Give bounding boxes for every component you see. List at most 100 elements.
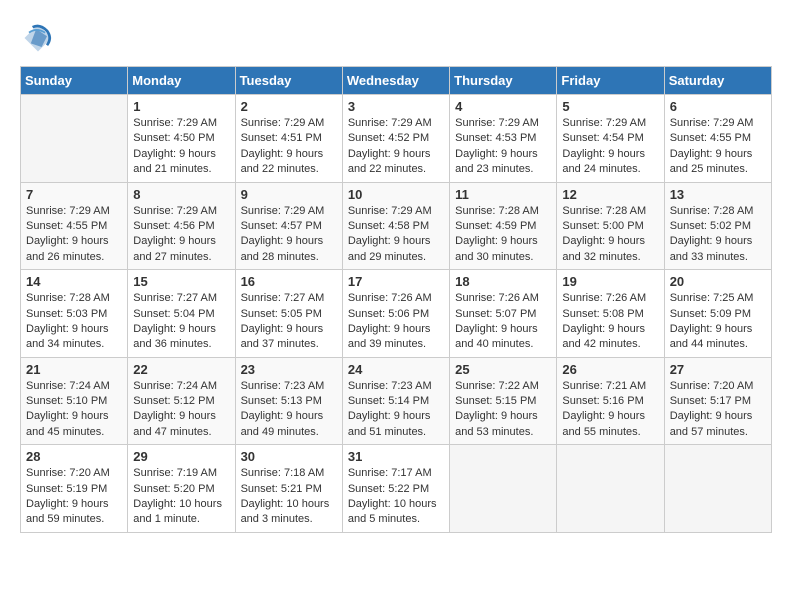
sunset-text: Sunset: 5:03 PM: [26, 307, 122, 322]
weekday-header: Friday: [557, 67, 664, 95]
calendar-cell: 24Sunrise: 7:23 AMSunset: 5:14 PMDayligh…: [342, 357, 449, 445]
daylight-line1: Daylight: 9 hours: [133, 409, 229, 424]
daylight-line1: Daylight: 9 hours: [670, 147, 766, 162]
daylight-line2: and 29 minutes.: [348, 250, 444, 265]
day-number: 26: [562, 362, 658, 377]
daylight-line2: and 34 minutes.: [26, 337, 122, 352]
sunset-text: Sunset: 5:16 PM: [562, 394, 658, 409]
day-number: 22: [133, 362, 229, 377]
sunrise-text: Sunrise: 7:28 AM: [26, 291, 122, 306]
daylight-line1: Daylight: 9 hours: [241, 147, 337, 162]
sunset-text: Sunset: 5:08 PM: [562, 307, 658, 322]
daylight-line1: Daylight: 9 hours: [670, 234, 766, 249]
weekday-header: Saturday: [664, 67, 771, 95]
sunrise-text: Sunrise: 7:29 AM: [455, 116, 551, 131]
daylight-line1: Daylight: 9 hours: [348, 409, 444, 424]
daylight-line1: Daylight: 9 hours: [455, 322, 551, 337]
daylight-line1: Daylight: 9 hours: [241, 322, 337, 337]
daylight-line1: Daylight: 9 hours: [26, 409, 122, 424]
daylight-line1: Daylight: 9 hours: [348, 234, 444, 249]
sunrise-text: Sunrise: 7:22 AM: [455, 379, 551, 394]
day-number: 28: [26, 449, 122, 464]
calendar-cell: 11Sunrise: 7:28 AMSunset: 4:59 PMDayligh…: [450, 182, 557, 270]
daylight-line2: and 45 minutes.: [26, 425, 122, 440]
day-number: 23: [241, 362, 337, 377]
sunset-text: Sunset: 4:59 PM: [455, 219, 551, 234]
sunrise-text: Sunrise: 7:29 AM: [670, 116, 766, 131]
day-number: 24: [348, 362, 444, 377]
daylight-line1: Daylight: 10 hours: [241, 497, 337, 512]
calendar-cell: 10Sunrise: 7:29 AMSunset: 4:58 PMDayligh…: [342, 182, 449, 270]
sunset-text: Sunset: 5:05 PM: [241, 307, 337, 322]
calendar-cell: [557, 445, 664, 533]
sunrise-text: Sunrise: 7:28 AM: [670, 204, 766, 219]
calendar-cell: 19Sunrise: 7:26 AMSunset: 5:08 PMDayligh…: [557, 270, 664, 358]
sunrise-text: Sunrise: 7:27 AM: [241, 291, 337, 306]
daylight-line2: and 53 minutes.: [455, 425, 551, 440]
day-number: 14: [26, 274, 122, 289]
sunset-text: Sunset: 5:02 PM: [670, 219, 766, 234]
header-row: SundayMondayTuesdayWednesdayThursdayFrid…: [21, 67, 772, 95]
day-number: 15: [133, 274, 229, 289]
page-header: [20, 20, 772, 56]
daylight-line2: and 39 minutes.: [348, 337, 444, 352]
day-number: 25: [455, 362, 551, 377]
sunrise-text: Sunrise: 7:29 AM: [133, 204, 229, 219]
daylight-line1: Daylight: 9 hours: [562, 147, 658, 162]
daylight-line2: and 5 minutes.: [348, 512, 444, 527]
day-number: 5: [562, 99, 658, 114]
daylight-line2: and 21 minutes.: [133, 162, 229, 177]
day-number: 9: [241, 187, 337, 202]
calendar-cell: [450, 445, 557, 533]
day-number: 2: [241, 99, 337, 114]
sunrise-text: Sunrise: 7:20 AM: [26, 466, 122, 481]
calendar-cell: 6Sunrise: 7:29 AMSunset: 4:55 PMDaylight…: [664, 95, 771, 183]
calendar-cell: 13Sunrise: 7:28 AMSunset: 5:02 PMDayligh…: [664, 182, 771, 270]
daylight-line1: Daylight: 9 hours: [241, 409, 337, 424]
daylight-line2: and 49 minutes.: [241, 425, 337, 440]
sunrise-text: Sunrise: 7:27 AM: [133, 291, 229, 306]
daylight-line2: and 37 minutes.: [241, 337, 337, 352]
sunset-text: Sunset: 5:21 PM: [241, 482, 337, 497]
calendar-cell: 20Sunrise: 7:25 AMSunset: 5:09 PMDayligh…: [664, 270, 771, 358]
day-number: 17: [348, 274, 444, 289]
sunset-text: Sunset: 4:52 PM: [348, 131, 444, 146]
daylight-line1: Daylight: 10 hours: [133, 497, 229, 512]
calendar-cell: 8Sunrise: 7:29 AMSunset: 4:56 PMDaylight…: [128, 182, 235, 270]
daylight-line1: Daylight: 9 hours: [670, 409, 766, 424]
sunrise-text: Sunrise: 7:29 AM: [348, 116, 444, 131]
daylight-line2: and 33 minutes.: [670, 250, 766, 265]
sunrise-text: Sunrise: 7:26 AM: [562, 291, 658, 306]
daylight-line2: and 42 minutes.: [562, 337, 658, 352]
daylight-line2: and 59 minutes.: [26, 512, 122, 527]
daylight-line2: and 51 minutes.: [348, 425, 444, 440]
daylight-line2: and 3 minutes.: [241, 512, 337, 527]
daylight-line1: Daylight: 9 hours: [133, 234, 229, 249]
daylight-line1: Daylight: 9 hours: [455, 234, 551, 249]
weekday-header: Monday: [128, 67, 235, 95]
sunset-text: Sunset: 5:17 PM: [670, 394, 766, 409]
day-number: 7: [26, 187, 122, 202]
calendar-cell: 30Sunrise: 7:18 AMSunset: 5:21 PMDayligh…: [235, 445, 342, 533]
calendar-cell: 15Sunrise: 7:27 AMSunset: 5:04 PMDayligh…: [128, 270, 235, 358]
weekday-header: Thursday: [450, 67, 557, 95]
sunset-text: Sunset: 5:06 PM: [348, 307, 444, 322]
daylight-line1: Daylight: 9 hours: [455, 409, 551, 424]
calendar-cell: 12Sunrise: 7:28 AMSunset: 5:00 PMDayligh…: [557, 182, 664, 270]
daylight-line2: and 57 minutes.: [670, 425, 766, 440]
sunset-text: Sunset: 4:50 PM: [133, 131, 229, 146]
sunset-text: Sunset: 5:15 PM: [455, 394, 551, 409]
daylight-line2: and 26 minutes.: [26, 250, 122, 265]
daylight-line2: and 32 minutes.: [562, 250, 658, 265]
calendar-cell: 22Sunrise: 7:24 AMSunset: 5:12 PMDayligh…: [128, 357, 235, 445]
calendar-cell: 18Sunrise: 7:26 AMSunset: 5:07 PMDayligh…: [450, 270, 557, 358]
weekday-header: Tuesday: [235, 67, 342, 95]
daylight-line2: and 28 minutes.: [241, 250, 337, 265]
day-number: 6: [670, 99, 766, 114]
sunrise-text: Sunrise: 7:28 AM: [455, 204, 551, 219]
day-number: 27: [670, 362, 766, 377]
sunset-text: Sunset: 4:57 PM: [241, 219, 337, 234]
sunset-text: Sunset: 4:54 PM: [562, 131, 658, 146]
sunset-text: Sunset: 4:58 PM: [348, 219, 444, 234]
calendar-cell: 29Sunrise: 7:19 AMSunset: 5:20 PMDayligh…: [128, 445, 235, 533]
